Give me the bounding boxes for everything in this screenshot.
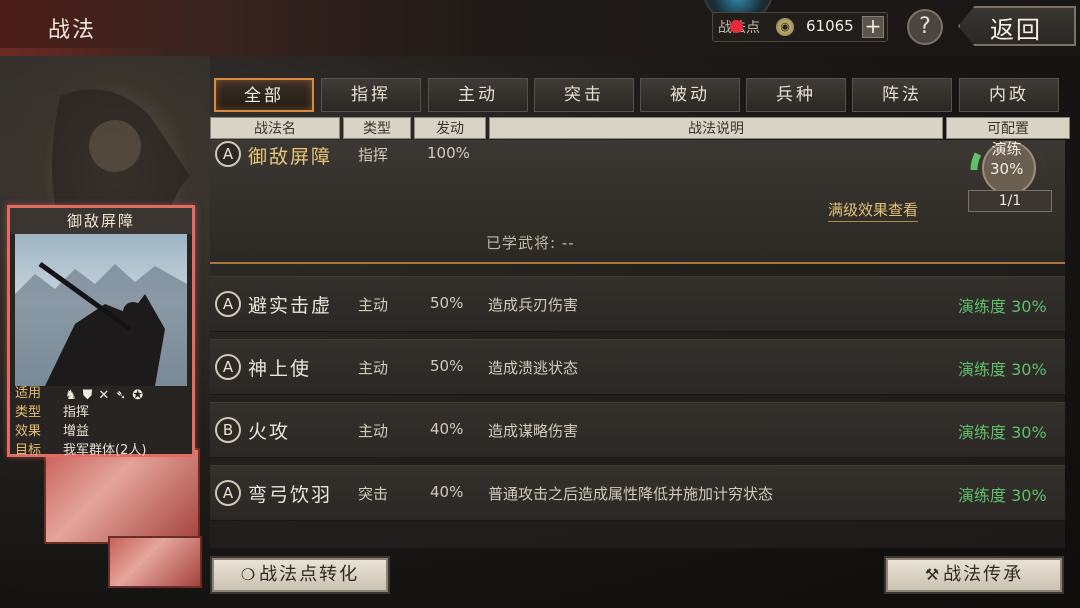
points-value: 61065 [806,17,854,35]
drill-progress: 演练度 30% [958,423,1047,442]
grade-badge: A [215,291,241,317]
tactic-name: 避实击虚 [248,295,333,317]
help-button[interactable]: ? [907,9,943,45]
column-header-type: 类型 [343,117,411,139]
expanded-tactic-row[interactable] [210,140,1065,264]
bow-icon: ✕ [98,388,116,403]
card-info: 适用 ♞⛊✕➴✪ 类型 指挥 效果 增益 目标 我军群体(2人) [13,384,189,460]
tab-active[interactable]: 主动 [428,78,528,112]
stacked-card [44,448,200,544]
drill-label: 演练 30% [990,140,1024,178]
shield-icon: ⛊ [82,388,99,403]
drill-progress: 演练度 30% [958,486,1047,505]
tactic-type: 主动 [358,296,389,314]
tactic-name: 弯弓饮羽 [248,484,333,506]
spear-icon: ➴ [115,388,133,403]
tactic-description: 造成谋略伤害 [488,422,579,440]
card-illustration [15,234,187,386]
tactic-rate: 40% [430,483,464,501]
tactic-rate: 50% [430,357,464,375]
add-points-button[interactable]: + [862,16,884,38]
target-label: 目标 [15,443,42,458]
tactic-name: 御敌屏障 [248,146,333,168]
column-header-rate: 发动 [414,117,486,139]
target-value: 我军群体(2人) [63,443,147,458]
column-header-description: 战法说明 [489,117,943,139]
table-row[interactable] [210,276,1065,332]
tactic-type: 主动 [358,422,389,440]
table-row[interactable] [210,339,1065,395]
tab-passive[interactable]: 被动 [640,78,740,112]
convert-points-button[interactable]: ❍ 战法点转化 [210,556,390,594]
grade-badge: A [215,354,241,380]
coin-icon: ◉ [776,18,794,36]
tactic-type: 主动 [358,359,389,377]
card-title: 御敌屏障 [10,208,192,234]
type-value: 指挥 [63,405,90,420]
tactic-rate: 50% [430,294,464,312]
tactic-name: 神上使 [248,358,312,380]
grade-badge: B [215,417,241,443]
effect-value: 增益 [63,424,90,439]
grade-badge: A [215,480,241,506]
cavalry-icon: ♞ [65,388,83,403]
applies-label: 适用 [15,386,42,401]
inherit-tactic-button[interactable]: ⚒ 战法传承 [884,556,1064,594]
column-header-configurable: 可配置 [946,117,1070,139]
tactic-name: 火攻 [248,421,291,443]
grade-badge: A [215,141,241,167]
header-stripe [0,48,240,56]
drill-count: 1/1 [968,190,1052,212]
tactic-rate: 100% [427,144,470,162]
tactic-type: 突击 [358,485,389,503]
wheel-icon: ✪ [132,388,150,403]
tab-command[interactable]: 指挥 [321,78,421,112]
page-title: 战法 [48,18,97,43]
tactic-description: 普通攻击之后造成属性降低并施加计穷状态 [488,485,774,503]
learned-generals: 已学武将: -- [486,234,575,252]
hammer-icon: ⚒ [924,565,942,584]
tactic-description: 造成兵刃伤害 [488,296,579,314]
tactic-rate: 40% [430,420,464,438]
drill-progress: 演练度 30% [958,297,1047,316]
swap-icon: ❍ [240,565,258,584]
tab-troop-type[interactable]: 兵种 [746,78,846,112]
tab-all[interactable]: 全部 [214,78,314,112]
full-effect-link[interactable]: 满级效果查看 [828,199,919,222]
stacked-card [108,536,202,588]
tactic-description: 造成溃逃状态 [488,359,579,377]
tactic-type: 指挥 [358,146,389,164]
notification-dot-icon [730,20,743,33]
table-row[interactable] [210,402,1065,458]
tab-formation[interactable]: 阵法 [852,78,952,112]
category-tabs: 全部 指挥 主动 突击 被动 兵种 阵法 内政 [214,78,1074,114]
tab-assault[interactable]: 突击 [534,78,634,112]
column-header-name: 战法名 [210,117,340,139]
effect-label: 效果 [15,424,42,439]
tab-internal-affairs[interactable]: 内政 [959,78,1059,112]
back-button-label[interactable]: 返回 [990,10,1042,45]
drill-progress: 演练度 30% [958,360,1047,379]
tactic-card: 御敌屏障 适用 ♞⛊✕➴✪ 类型 指挥 效果 增益 目标 我军群体(2人) [7,205,195,460]
type-label: 类型 [15,405,42,420]
